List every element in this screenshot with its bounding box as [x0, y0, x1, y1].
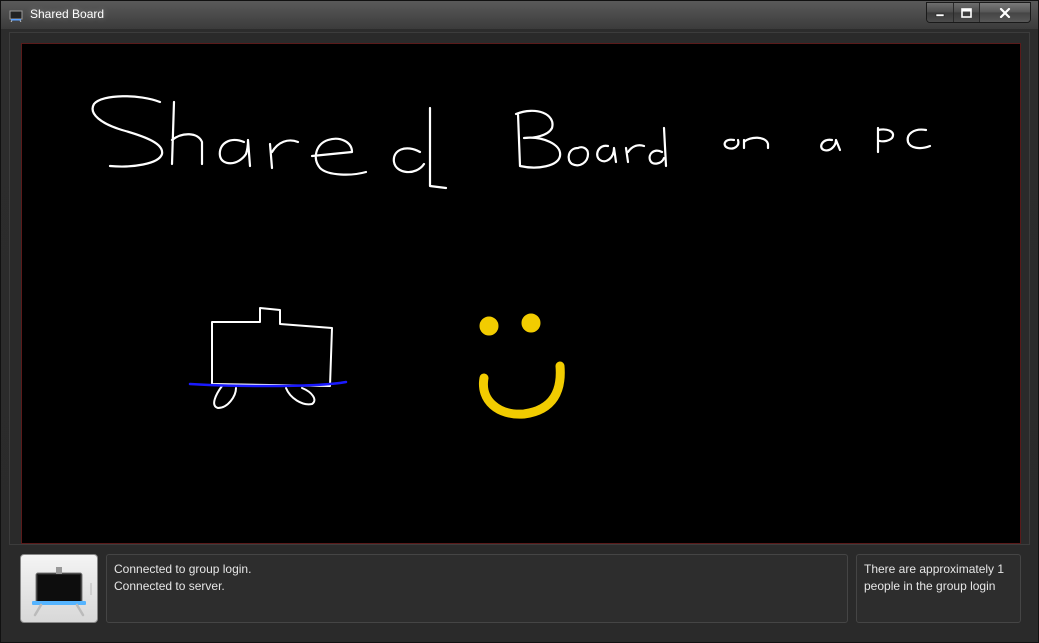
minimize-button[interactable]: [927, 3, 953, 22]
handwriting-text: [91, 95, 932, 190]
close-icon: [999, 7, 1011, 18]
minimize-icon: [935, 13, 945, 17]
window-title: Shared Board: [30, 7, 105, 21]
status-line-server: Connected to server.: [114, 579, 225, 593]
title-bar[interactable]: Shared Board: [1, 1, 1038, 29]
board-drawing: [91, 95, 932, 419]
smiley-doodle: [478, 313, 565, 419]
status-line-group: Connected to group login.: [114, 562, 252, 576]
close-button[interactable]: [979, 3, 1030, 22]
board-icon: [9, 8, 23, 23]
people-count-text: There are approximately 1 people in the …: [864, 562, 1005, 593]
maximize-icon: [961, 7, 972, 18]
app-logo-button[interactable]: [20, 554, 98, 623]
people-count-panel: There are approximately 1 people in the …: [856, 554, 1021, 623]
status-panel: Connected to group login. Connected to s…: [106, 554, 848, 623]
board-stand-doodle: [211, 307, 333, 409]
maximize-button[interactable]: [953, 3, 979, 22]
drawing-board[interactable]: [21, 43, 1021, 544]
board-logo-icon: [32, 567, 92, 617]
caption-buttons: [926, 2, 1031, 23]
app-window: Shared Board Connected to group login. C…: [0, 0, 1039, 643]
